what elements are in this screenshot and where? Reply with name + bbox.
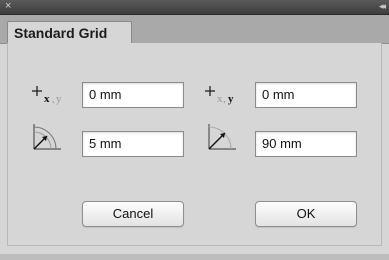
ok-button[interactable]: OK: [255, 201, 357, 227]
tab-strip: Standard Grid: [0, 15, 389, 45]
distance-input[interactable]: 5 mm: [82, 131, 184, 157]
window-titlebar: × ◂◂: [0, 0, 389, 15]
collapse-panel-icon[interactable]: ◂◂: [379, 0, 386, 12]
distance-angle-icon: [33, 124, 61, 150]
svg-text:x: x: [44, 93, 50, 105]
svg-text:,: ,: [223, 93, 226, 105]
angle-input[interactable]: 90 mm: [255, 131, 357, 157]
window-bottom-edge: [0, 254, 389, 260]
angle-icon: [208, 124, 236, 150]
x-origin-input[interactable]: 0 mm: [82, 82, 184, 108]
y-origin-icon: x , y: [205, 86, 234, 105]
cancel-button[interactable]: Cancel: [82, 201, 184, 227]
svg-text:,: ,: [52, 93, 55, 105]
tab-standard-grid[interactable]: Standard Grid: [7, 21, 132, 45]
svg-text:y: y: [228, 93, 234, 105]
svg-text:y: y: [56, 93, 62, 105]
y-origin-input[interactable]: 0 mm: [255, 82, 357, 108]
close-icon[interactable]: ×: [5, 0, 15, 12]
x-origin-icon: x , y: [32, 86, 62, 105]
